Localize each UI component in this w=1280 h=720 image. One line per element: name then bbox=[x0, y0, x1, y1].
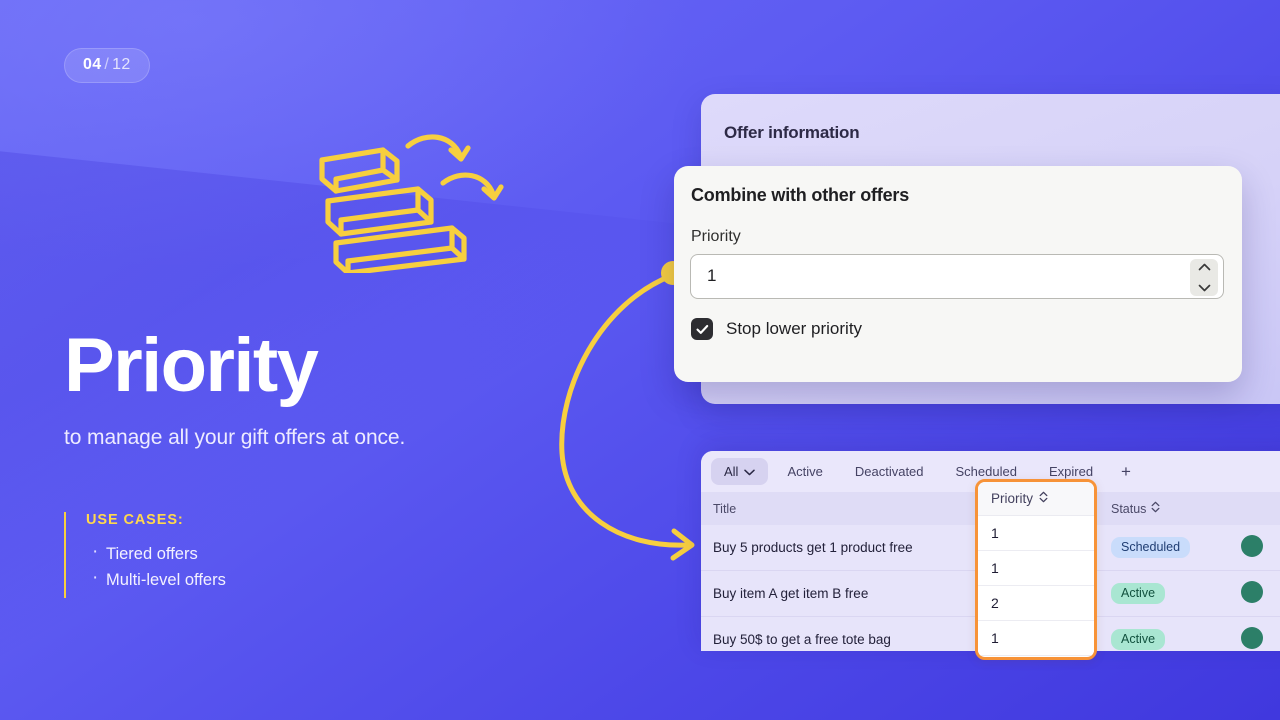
priority-stepper[interactable] bbox=[1190, 259, 1218, 296]
cell-indicator bbox=[1229, 525, 1280, 571]
chevron-down-icon bbox=[744, 464, 756, 479]
indicator-dot-icon bbox=[1241, 535, 1263, 557]
status-badge: Scheduled bbox=[1111, 537, 1191, 558]
use-cases-heading: USE CASES: bbox=[86, 512, 184, 528]
cell-status: Active bbox=[1099, 616, 1229, 651]
use-cases-list: Tiered offers Multi-level offers bbox=[86, 539, 226, 593]
column-header-title-label: Title bbox=[713, 501, 737, 516]
chevron-down-icon[interactable] bbox=[1198, 279, 1211, 297]
priority-field-label: Priority bbox=[691, 228, 741, 245]
highlight-column-header[interactable]: Priority bbox=[978, 482, 1094, 516]
stop-lower-priority-checkbox-row[interactable]: Stop lower priority bbox=[691, 318, 862, 340]
indicator-dot-icon bbox=[1241, 581, 1263, 603]
tab-all-label: All bbox=[724, 464, 739, 479]
status-badge: Active bbox=[1111, 583, 1166, 604]
highlight-cell-priority: 1 bbox=[978, 516, 1094, 551]
priority-column-highlight: Priority 1 1 2 1 bbox=[975, 479, 1097, 660]
column-header-status-label: Status bbox=[1111, 501, 1147, 516]
offer-information-title: Offer information bbox=[724, 123, 860, 142]
chevron-up-icon[interactable] bbox=[1198, 258, 1211, 276]
cell-status: Active bbox=[1099, 570, 1229, 617]
cell-title: Buy 50$ to get a free tote bag bbox=[701, 616, 977, 651]
cell-indicator bbox=[1229, 616, 1280, 651]
combine-panel-title: Combine with other offers bbox=[691, 185, 910, 205]
use-cases-block: USE CASES: Tiered offers Multi-level off… bbox=[64, 512, 226, 598]
column-header-title[interactable]: Title bbox=[701, 492, 977, 525]
column-header-status[interactable]: Status bbox=[1099, 492, 1229, 525]
sort-icon bbox=[1151, 501, 1160, 516]
stop-lower-priority-label: Stop lower priority bbox=[726, 319, 863, 338]
tab-active[interactable]: Active bbox=[774, 458, 835, 485]
indicator-dot-icon bbox=[1241, 627, 1263, 649]
step-separator: / bbox=[104, 56, 110, 73]
tab-deactivated[interactable]: Deactivated bbox=[842, 458, 937, 485]
combine-with-other-offers-panel: Combine with other offers Priority 1 Sto… bbox=[674, 166, 1242, 382]
step-current: 04 bbox=[83, 56, 102, 73]
cell-title: Buy 5 products get 1 product free bbox=[701, 525, 977, 571]
priority-input[interactable]: 1 bbox=[690, 254, 1224, 299]
step-badge: 04 / 12 bbox=[64, 48, 150, 83]
checkbox-checked-icon[interactable] bbox=[691, 318, 713, 340]
sort-icon[interactable] bbox=[1039, 491, 1048, 506]
highlight-cell-priority: 1 bbox=[978, 551, 1094, 586]
add-tab-button[interactable]: + bbox=[1112, 460, 1140, 484]
cell-title: Buy item A get item B free bbox=[701, 570, 977, 617]
priority-input-value: 1 bbox=[707, 266, 717, 285]
list-item: Tiered offers bbox=[86, 539, 226, 567]
stacked-boxes-illustration bbox=[300, 128, 515, 276]
list-item: Multi-level offers bbox=[86, 565, 226, 593]
column-header-indicator bbox=[1229, 492, 1280, 525]
tab-all[interactable]: All bbox=[711, 458, 769, 485]
highlight-cell-priority: 2 bbox=[978, 586, 1094, 621]
step-total: 12 bbox=[112, 56, 131, 73]
cell-status: Scheduled bbox=[1099, 525, 1229, 571]
cell-indicator bbox=[1229, 570, 1280, 617]
highlight-cell-priority: 1 bbox=[978, 621, 1094, 656]
highlight-column-header-label: Priority bbox=[991, 491, 1034, 506]
status-badge: Active bbox=[1111, 629, 1166, 650]
